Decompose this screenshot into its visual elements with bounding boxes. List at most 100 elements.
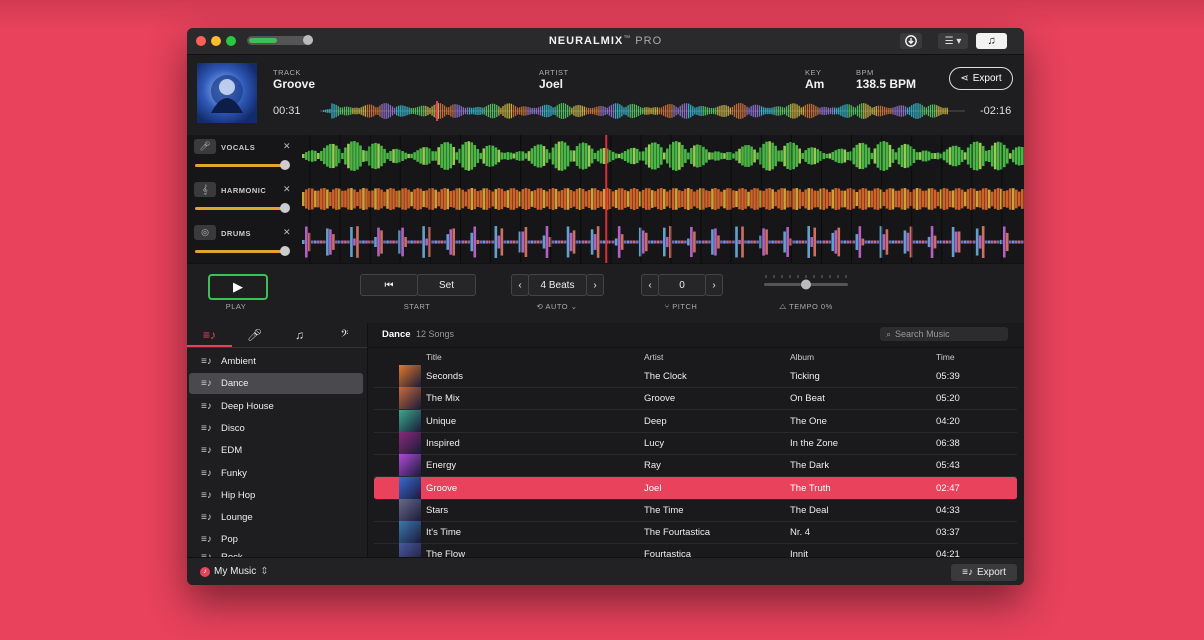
stem-wave-bar [650, 190, 654, 208]
table-row[interactable]: Energy Ray The Dark 05:43 [374, 454, 1017, 478]
tab-vocals[interactable]: 🎤︎ [232, 323, 277, 347]
tab-instruments[interactable]: 𝄢 [322, 323, 367, 347]
stem-volume-knob[interactable] [280, 203, 291, 213]
stem-wave-bar [503, 152, 507, 160]
overview-wave-bar [731, 106, 734, 116]
stem-wave-bar [747, 240, 750, 244]
music-library-button[interactable]: ♫ [976, 33, 1007, 49]
stem-wave-bar [659, 188, 663, 210]
sidebar-item-funky[interactable]: ≡♪ Funky [189, 463, 363, 484]
playlist-icon: ≡♪ [201, 378, 212, 390]
column-album[interactable]: Album [790, 352, 814, 362]
beats-increase-button[interactable]: › [586, 274, 604, 296]
sidebar-item-deep-house[interactable]: ≡♪ Deep House [189, 396, 363, 417]
stem-wave-bar [945, 149, 949, 163]
stem-volume-knob[interactable] [280, 160, 291, 170]
piano-icon[interactable]: 𝄞 [194, 182, 216, 197]
stem-volume-slider[interactable] [195, 207, 286, 210]
mute-icon[interactable]: ✕ [283, 141, 291, 152]
sidebar-item-disco[interactable]: ≡♪ Disco [189, 418, 363, 439]
stem-wave-bar [602, 148, 606, 164]
overview-wave-bar [450, 105, 452, 117]
tempo-knob[interactable] [801, 279, 811, 290]
tab-tracks[interactable]: ♫ [277, 323, 322, 347]
stem-wave-bar [305, 189, 308, 209]
stem-wave-bar [684, 240, 687, 244]
stem-wave-bar [527, 240, 531, 244]
stem-wave-bar [341, 240, 344, 244]
stem-wave-bar [930, 188, 934, 210]
set-label: Set [438, 279, 454, 291]
sidebar-item-hip-hop[interactable]: ≡♪ Hip Hop [189, 485, 363, 506]
table-row[interactable]: Groove Joel The Truth 02:47 [374, 476, 1017, 500]
table-row[interactable]: The Flow Fourtastica Innit 04:21 [374, 543, 1017, 558]
download-button[interactable] [900, 33, 922, 49]
sidebar-item-pop[interactable]: ≡♪ Pop [189, 529, 363, 550]
sidebar-item-lounge[interactable]: ≡♪ Lounge [189, 507, 363, 528]
footer-export-button[interactable]: ≡♪ Export [951, 564, 1017, 581]
column-time[interactable]: Time [936, 352, 955, 362]
sidebar-item-edm[interactable]: ≡♪ EDM [189, 440, 363, 461]
overview-wave-bar [370, 104, 373, 118]
view-menu-button[interactable]: ☰ ▾ [938, 33, 968, 49]
export-button[interactable]: ⋖ Export [949, 67, 1013, 90]
stem-volume-knob[interactable] [280, 246, 291, 256]
stem-wave-bar [672, 188, 675, 210]
table-row[interactable]: Inspired Lucy In the Zone 06:38 [374, 431, 1017, 455]
sidebar-item-dance[interactable]: ≡♪ Dance [189, 373, 363, 395]
mute-icon[interactable]: ✕ [283, 227, 291, 238]
skip-to-start-button[interactable]: ⏮ [360, 274, 418, 296]
pitch-decrease-button[interactable]: ‹ [641, 274, 659, 296]
overview-playhead[interactable] [436, 101, 439, 121]
stem-wave-bar [843, 240, 847, 244]
stem-wave-bar [927, 236, 931, 248]
column-artist[interactable]: Artist [644, 352, 663, 362]
overview-waveform[interactable] [320, 100, 965, 122]
stem-wave-bar [443, 240, 446, 244]
stem-wave-bar [810, 188, 814, 210]
microphone-icon[interactable]: 🎤︎ [194, 139, 216, 154]
stem-volume-slider[interactable] [195, 250, 286, 253]
stem-wave-bar [509, 188, 513, 210]
search-input[interactable]: ⌕ Search Music [880, 327, 1008, 341]
stem-wave-bar [392, 240, 395, 244]
stem-wave-bar [650, 142, 654, 170]
overview-wave-bar [929, 104, 932, 118]
music-source-selector[interactable]: ♪ My Music ⇕ [200, 566, 269, 577]
playlist-icon: ≡♪ [201, 356, 212, 367]
stem-wave-bar [629, 240, 633, 244]
overview-wave-bar [431, 106, 433, 116]
table-row[interactable]: The Mix Groove On Beat 05:20 [374, 387, 1017, 411]
beats-decrease-button[interactable]: ‹ [511, 274, 529, 296]
stem-wave-bar [807, 188, 810, 210]
play-button[interactable]: ▶ [208, 274, 268, 300]
table-row[interactable]: Stars The Time The Deal 04:33 [374, 498, 1017, 522]
stem-wave-bar [666, 148, 669, 164]
stem-volume-slider[interactable] [195, 164, 286, 167]
artist-label: ARTIST [539, 68, 569, 77]
stem-wave-bar [557, 191, 561, 207]
mute-icon[interactable]: ✕ [283, 184, 291, 195]
stem-wave-bar [524, 227, 528, 257]
overview-wave-bar [358, 107, 360, 115]
stems-waveform[interactable] [302, 135, 1024, 263]
auto-loop-toggle[interactable]: ⟲ AUTO ⌄ [511, 302, 603, 311]
stems-playhead[interactable] [605, 135, 608, 263]
overview-wave-bar [760, 106, 763, 116]
tab-playlists[interactable]: ≡♪ [187, 323, 232, 347]
cell-artist: Lucy [644, 437, 665, 449]
drum-icon[interactable]: ◎ [194, 225, 216, 240]
table-row[interactable]: It's Time The Fourtastica Nr. 4 03:37 [374, 521, 1017, 545]
overview-wave-bar [337, 106, 339, 116]
column-title[interactable]: Title [426, 352, 442, 362]
overview-wave-bar [721, 105, 723, 117]
stem-wave-bar [464, 142, 468, 170]
set-cue-button[interactable]: Set [417, 274, 476, 296]
sidebar-item-ambient[interactable]: ≡♪ Ambient [189, 351, 363, 372]
overview-wave-bar [569, 106, 571, 116]
pitch-increase-button[interactable]: › [705, 274, 723, 296]
table-row[interactable]: Unique Deep The One 04:20 [374, 409, 1017, 433]
tempo-slider[interactable] [764, 272, 848, 296]
table-row[interactable]: Seconds The Clock Ticking 05:39 [374, 365, 1017, 388]
stem-wave-bar [389, 240, 392, 244]
